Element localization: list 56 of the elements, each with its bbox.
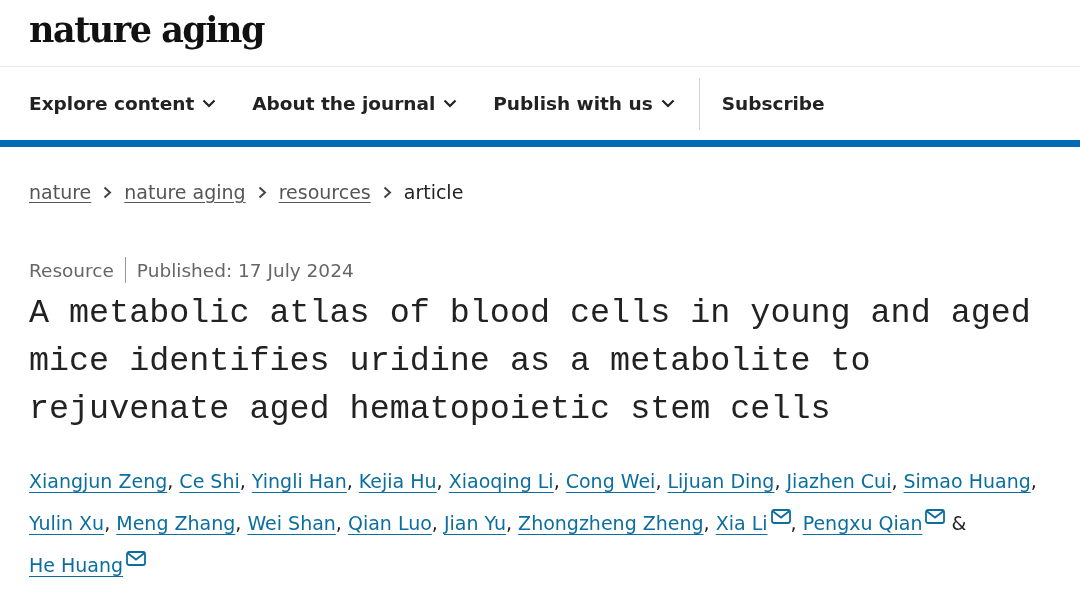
separator: , (790, 512, 797, 534)
article-title: A metabolic atlas of blood cells in young and aged mice identifies uridine as a metabolite to rejuvenate aged hematopoietic stem cells (28, 293, 1032, 430)
separator: , (346, 470, 353, 492)
envelope-icon[interactable] (925, 509, 946, 524)
author-link[interactable]: Xiaoqing Li (448, 470, 554, 492)
author-link[interactable]: Lijuan Ding (667, 470, 775, 492)
author-link[interactable]: Jian Yu (443, 512, 506, 534)
breadcrumb-link[interactable]: nature (29, 181, 92, 203)
chevron-down-icon (660, 99, 675, 108)
breadcrumb-link[interactable]: resources (278, 181, 371, 203)
author-link[interactable]: Xiangjun Zeng (29, 470, 168, 492)
chevron-down-icon (202, 99, 217, 108)
separator: & (950, 512, 967, 534)
separator: , (436, 470, 443, 492)
separator: , (703, 512, 710, 534)
separator: , (506, 512, 513, 534)
breadcrumb-link[interactable]: nature aging (124, 181, 246, 203)
nav-menu-button[interactable]: Publish with us (493, 93, 675, 114)
breadcrumb-current: article (403, 181, 464, 203)
chevron-right-icon (103, 185, 113, 199)
envelope-icon[interactable] (770, 509, 791, 524)
author-link[interactable]: Ce Shi (179, 470, 240, 492)
author-link[interactable]: Meng Zhang (116, 512, 236, 534)
article-type: Resource (29, 259, 114, 281)
separator: , (774, 470, 781, 492)
author-link[interactable]: Jiazhen Cui (786, 470, 892, 492)
author-link[interactable]: Yingli Han (251, 470, 347, 492)
separator: , (1030, 470, 1037, 492)
separator: , (235, 512, 242, 534)
author-link[interactable]: Qian Luo (347, 512, 432, 534)
author-link[interactable]: Kejia Hu (358, 470, 437, 492)
author-link[interactable]: Zhongzheng Zheng (518, 512, 704, 534)
separator: , (239, 470, 246, 492)
chevron-right-icon (382, 185, 392, 199)
journal-logo[interactable]: nature aging (29, 8, 264, 50)
chevron-right-icon (257, 185, 267, 199)
author-link[interactable]: Pengxu Qian (802, 512, 946, 534)
author-link[interactable]: Xia Li (715, 512, 791, 534)
author-link[interactable]: He Huang (29, 554, 147, 576)
subscribe-link[interactable]: Subscribe (721, 93, 825, 114)
separator: , (431, 512, 438, 534)
nav-menu-button[interactable]: Explore content (29, 93, 217, 114)
publish-date: Published: 17 July 2024 (136, 259, 354, 281)
separator: , (335, 512, 342, 534)
separator: , (104, 512, 111, 534)
chevron-down-icon (443, 99, 458, 108)
nav-menu-button[interactable]: About the journal (252, 93, 458, 114)
separator: , (891, 470, 898, 492)
separator: , (655, 470, 662, 492)
author-link[interactable]: Wei Shan (247, 512, 336, 534)
separator: , (553, 470, 560, 492)
envelope-icon[interactable] (126, 551, 147, 566)
author-link[interactable]: Yulin Xu (29, 512, 105, 534)
author-link[interactable]: Cong Wei (565, 470, 656, 492)
author-link[interactable]: Simao Huang (903, 470, 1031, 492)
separator: , (167, 470, 174, 492)
